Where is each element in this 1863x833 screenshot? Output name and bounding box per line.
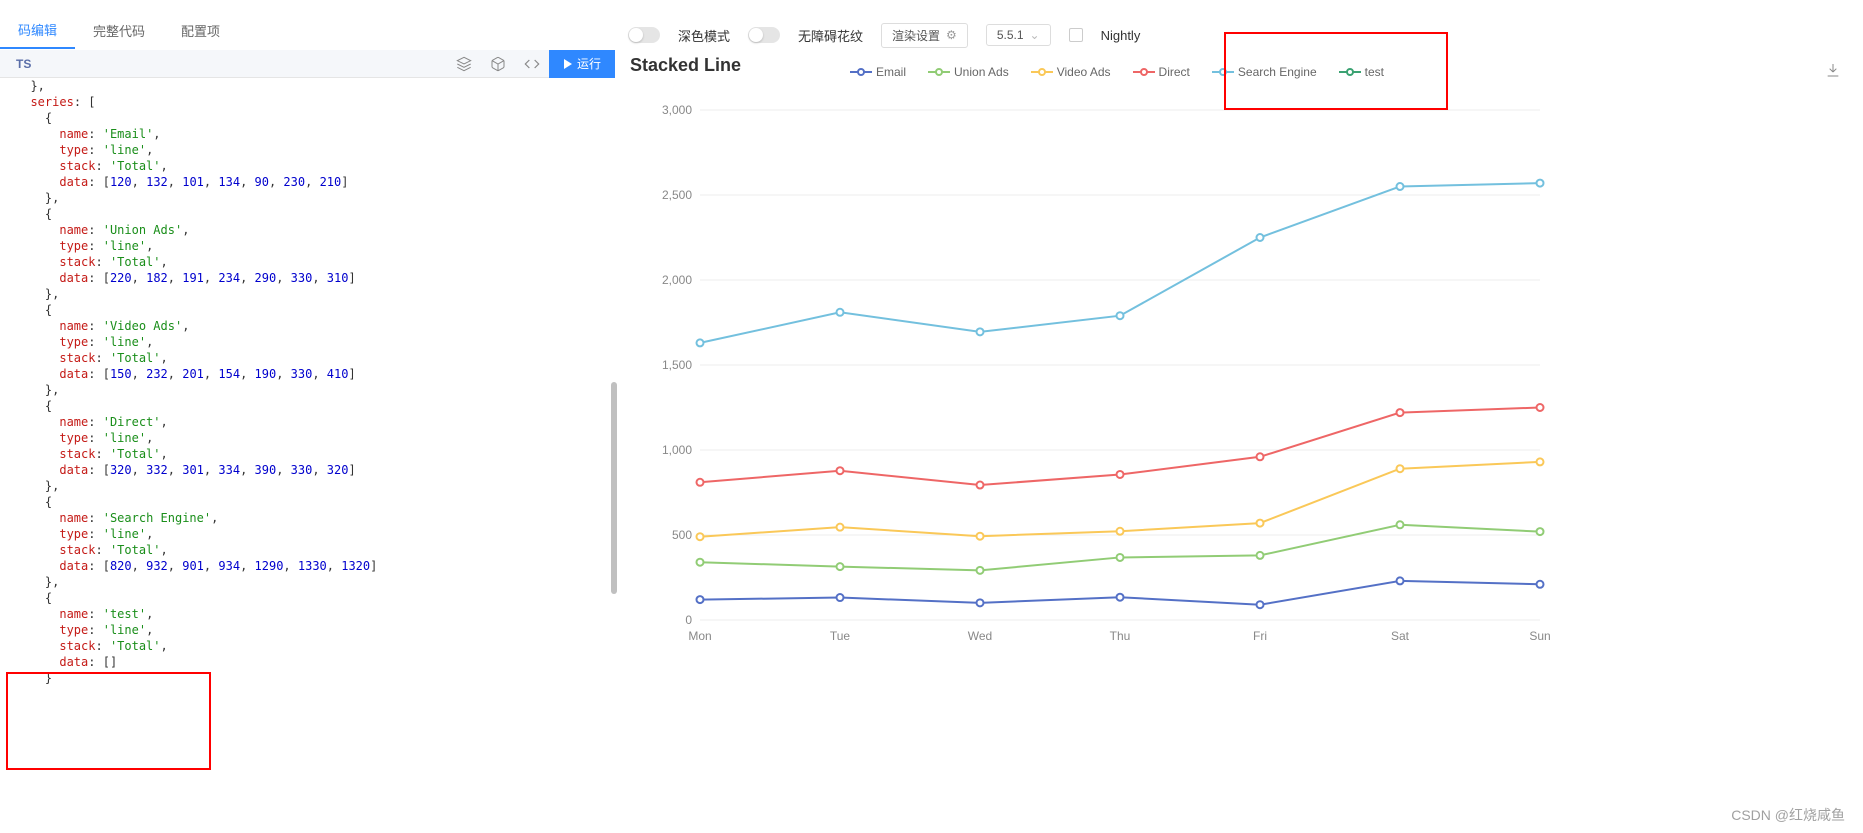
svg-text:500: 500	[672, 528, 692, 542]
tab-full-code[interactable]: 完整代码	[75, 13, 163, 48]
watermark: CSDN @红烧咸鱼	[1731, 805, 1845, 825]
svg-text:2,500: 2,500	[662, 188, 692, 202]
preview-toolbar: 深色模式 无障碍花纹 渲染设置 ⚙ 5.5.1 ⌄ Nightly	[628, 18, 1140, 52]
svg-text:Mon: Mon	[688, 629, 711, 643]
nightly-checkbox[interactable]	[1069, 28, 1083, 42]
legend-item-video-ads[interactable]: Video Ads	[1031, 65, 1111, 79]
svg-text:2,000: 2,000	[662, 273, 692, 287]
highlight-box-code	[6, 672, 211, 770]
render-settings-button[interactable]: 渲染设置 ⚙	[881, 23, 968, 48]
legend-item-direct[interactable]: Direct	[1133, 65, 1190, 79]
code-icon[interactable]	[515, 50, 549, 78]
version-select[interactable]: 5.5.1 ⌄	[986, 24, 1051, 46]
svg-text:3,000: 3,000	[662, 103, 692, 117]
svg-text:Thu: Thu	[1110, 629, 1131, 643]
download-icon[interactable]	[1825, 62, 1841, 81]
svg-text:Sat: Sat	[1391, 629, 1410, 643]
cube-icon[interactable]	[481, 50, 515, 78]
gear-icon: ⚙	[946, 28, 957, 42]
tab-code-edit[interactable]: 码编辑	[0, 12, 75, 49]
accessibility-label: 无障碍花纹	[798, 26, 863, 45]
svg-text:1,500: 1,500	[662, 358, 692, 372]
run-button[interactable]: 运行	[549, 50, 615, 78]
svg-text:0: 0	[685, 613, 692, 627]
svg-text:Tue: Tue	[830, 629, 851, 643]
render-settings-label: 渲染设置	[892, 27, 940, 44]
chevron-down-icon: ⌄	[1030, 28, 1040, 42]
dark-mode-toggle[interactable]	[628, 27, 660, 43]
chart-plot: 05001,0001,5002,0002,5003,000MonTueWedTh…	[680, 110, 1550, 650]
editor-header: TS 运行	[0, 50, 615, 78]
version-value: 5.5.1	[997, 28, 1024, 42]
svg-text:Wed: Wed	[968, 629, 992, 643]
chart-area: Stacked Line EmailUnion AdsVideo AdsDire…	[630, 55, 1570, 680]
highlight-box-legend	[1224, 32, 1448, 110]
run-label: 运行	[577, 55, 601, 72]
lang-badge: TS	[16, 57, 31, 71]
legend-item-email[interactable]: Email	[850, 65, 906, 79]
svg-text:1,000: 1,000	[662, 443, 692, 457]
svg-text:Sun: Sun	[1529, 629, 1550, 643]
editor-scrollbar[interactable]	[611, 382, 617, 594]
svg-text:Fri: Fri	[1253, 629, 1267, 643]
layers-icon[interactable]	[447, 50, 481, 78]
dark-mode-label: 深色模式	[678, 26, 730, 45]
main-tabs: 码编辑 完整代码 配置项	[0, 12, 238, 48]
accessibility-toggle[interactable]	[748, 27, 780, 43]
play-icon	[563, 59, 573, 69]
nightly-label: Nightly	[1101, 28, 1141, 43]
tab-config[interactable]: 配置项	[163, 13, 238, 48]
legend-item-union-ads[interactable]: Union Ads	[928, 65, 1009, 79]
